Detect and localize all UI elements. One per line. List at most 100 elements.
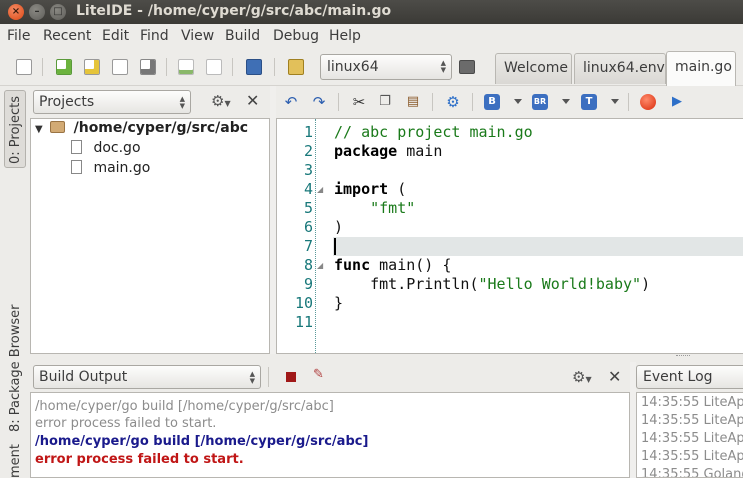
copy-icon[interactable]: ❐	[376, 93, 394, 111]
open-folder-icon[interactable]	[84, 59, 100, 75]
new-project-icon[interactable]	[178, 59, 194, 75]
new-file-icon[interactable]	[16, 59, 32, 75]
code-editor[interactable]: 1 2 3 4 5 6 7 8 9 10 11 ◢ ◢ // abc proje…	[276, 118, 743, 354]
folder-icon	[50, 121, 66, 133]
event-log-select[interactable]: Event Log	[636, 365, 743, 389]
settings-gear-icon[interactable]: ⚙▼	[211, 92, 231, 110]
build-output-header: Build Output ▲ ▼ ✎ ⚙▼ ✕	[30, 362, 630, 392]
code-token: main() {	[370, 256, 452, 274]
code-line: )	[334, 218, 343, 237]
build-output-console[interactable]: /home/cyper/go build [/home/cyper/g/src/…	[30, 392, 630, 478]
build-output-select[interactable]: Build Output ▲ ▼	[33, 365, 261, 389]
open-file-icon[interactable]	[56, 59, 72, 75]
splitter-grip[interactable]	[676, 355, 690, 357]
line-number: 9	[303, 275, 313, 293]
toolbar-separator	[232, 58, 233, 76]
tree-file-row[interactable]: main.go	[71, 160, 150, 180]
debug-record-icon[interactable]	[640, 94, 656, 110]
close-project-icon[interactable]	[206, 59, 222, 75]
tree-root-label: /home/cyper/g/src/abc	[73, 120, 249, 136]
output-line: error process failed to start.	[35, 416, 217, 431]
side-tab-package-browser[interactable]: 8: Package Browser	[8, 305, 23, 432]
toolbar-separator	[268, 367, 269, 387]
paste-icon[interactable]: ▤	[404, 93, 422, 111]
tree-file-row[interactable]: doc.go	[71, 140, 141, 160]
log-line: 14:35:55 Golang	[641, 467, 743, 478]
code-token: // abc project main.go	[334, 123, 533, 141]
fold-marker-icon[interactable]: ◢	[317, 185, 323, 194]
menu-find[interactable]: Find	[140, 28, 169, 44]
debug-step-icon[interactable]: ▶	[668, 93, 686, 111]
menu-recent[interactable]: Recent	[43, 28, 91, 44]
tab-linux64-env[interactable]: linux64.env	[574, 53, 666, 84]
file-icon	[71, 140, 82, 154]
line-number: 11	[294, 313, 313, 331]
cut-icon[interactable]: ✂	[350, 93, 368, 111]
build-run-dropdown-icon[interactable]	[562, 99, 570, 104]
line-number: 1	[303, 123, 313, 141]
tab-welcome[interactable]: Welcome	[495, 53, 572, 84]
menu-view[interactable]: View	[181, 28, 214, 44]
toolbar-separator	[42, 58, 43, 76]
save-icon[interactable]	[112, 59, 128, 75]
line-number: 5	[303, 199, 313, 217]
edit-environment-icon[interactable]	[459, 60, 475, 74]
current-line-highlight	[333, 237, 743, 256]
side-tab-document[interactable]: ment	[8, 444, 23, 478]
text-caret	[334, 238, 336, 255]
select-arrows-icon: ▲ ▼	[440, 59, 446, 74]
event-log-console[interactable]: 14:35:55 LiteAp 14:35:55 LiteAp 14:35:55…	[636, 392, 743, 478]
line-number: 8	[303, 256, 313, 274]
build-dropdown-icon[interactable]	[514, 99, 522, 104]
home-icon[interactable]	[246, 59, 262, 75]
projects-select[interactable]: Projects ▲ ▼	[33, 90, 191, 114]
close-output-icon[interactable]: ✕	[608, 367, 621, 386]
save-all-icon[interactable]	[140, 59, 156, 75]
undo-icon[interactable]: ↶	[282, 93, 300, 111]
file-icon	[71, 160, 82, 174]
menu-edit[interactable]: Edit	[102, 28, 129, 44]
minimize-window-button[interactable]: –	[29, 4, 45, 20]
expand-arrow-icon[interactable]: ▼	[35, 124, 43, 135]
redo-icon[interactable]: ↷	[310, 93, 328, 111]
tree-file-label: doc.go	[93, 140, 141, 156]
title-bar: × – □ LiteIDE - /home/cyper/g/src/abc/ma…	[0, 0, 743, 24]
line-number: 2	[303, 142, 313, 160]
clear-output-icon[interactable]: ✎	[313, 367, 324, 382]
code-token: main	[397, 142, 443, 160]
event-log-select-value: Event Log	[643, 369, 713, 385]
code-line: "fmt"	[334, 199, 415, 218]
go-env-icon[interactable]	[288, 59, 304, 75]
close-panel-icon[interactable]: ✕	[246, 91, 259, 110]
code-line: func main() {	[334, 256, 451, 275]
editor-toolbar: ↶ ↷ ✂ ❐ ▤ ⚙ B BR T ▶	[276, 86, 743, 118]
side-tab-projects-label: 0: Projects	[8, 95, 23, 164]
maximize-window-button[interactable]: □	[50, 4, 66, 20]
output-settings-gear-icon[interactable]: ⚙▼	[572, 368, 592, 386]
project-tree: ▼ /home/cyper/g/src/abc doc.go main.go	[30, 118, 270, 354]
code-token: (	[388, 180, 407, 198]
options-gear-icon[interactable]: ⚙	[444, 93, 462, 111]
test-dropdown-icon[interactable]	[611, 99, 619, 104]
log-line: 14:35:55 LiteAp	[641, 449, 743, 464]
stop-icon[interactable]	[286, 372, 296, 382]
line-number: 6	[303, 218, 313, 236]
close-window-button[interactable]: ×	[8, 4, 24, 20]
menu-bar: File Recent Edit Find View Build Debug H…	[0, 24, 743, 48]
menu-debug[interactable]: Debug	[273, 28, 319, 44]
tree-root-row[interactable]: ▼ /home/cyper/g/src/abc	[35, 120, 248, 140]
build-run-badge-icon[interactable]: BR	[532, 94, 548, 110]
line-number: 7	[303, 237, 313, 255]
panel-splitter[interactable]	[30, 354, 743, 362]
code-line: }	[334, 294, 343, 313]
menu-build[interactable]: Build	[225, 28, 260, 44]
fold-marker-icon[interactable]: ◢	[317, 261, 323, 270]
test-badge-icon[interactable]: T	[581, 94, 597, 110]
tab-main-go[interactable]: main.go	[666, 51, 736, 86]
environment-select[interactable]: linux64 ▲ ▼	[320, 54, 452, 80]
code-token: )	[334, 218, 344, 236]
log-line: 14:35:55 LiteAp	[641, 395, 743, 410]
menu-help[interactable]: Help	[329, 28, 361, 44]
build-badge-icon[interactable]: B	[484, 94, 500, 110]
menu-file[interactable]: File	[7, 28, 30, 44]
